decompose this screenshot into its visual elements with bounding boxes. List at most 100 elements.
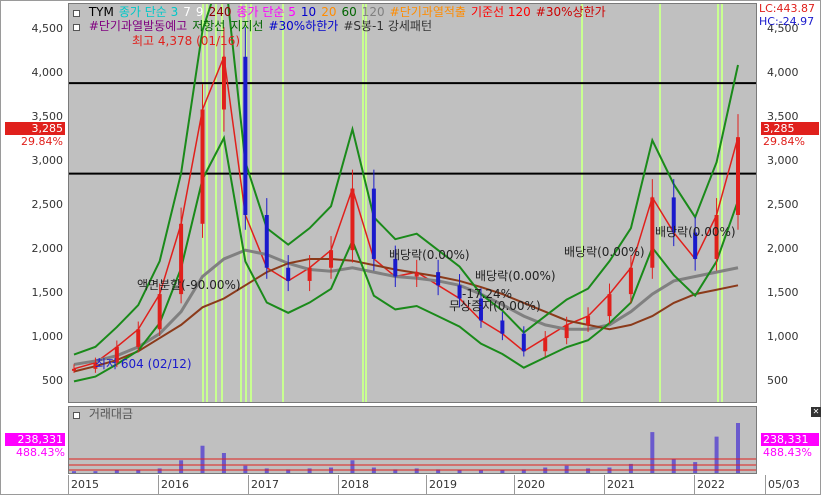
right-axis-tick: 500: [767, 374, 788, 388]
x-axis-tick: 2018: [341, 478, 369, 491]
candle-body: [500, 320, 505, 334]
legend-line-2: #단기과열발동예고 저항선 지지선 #30%하한가 #S봉-1 강세패턴: [73, 19, 442, 34]
right-axis-tick: 1,500: [767, 286, 799, 300]
candle-body: [414, 272, 419, 277]
low-price-annotation: 최저 604 (02/12): [95, 357, 192, 371]
x-axis-tick: 2020: [517, 478, 545, 491]
legend1-item-8: 60: [341, 5, 357, 19]
x-axis-gridline: [338, 475, 339, 495]
left-axis-tick: 2,000: [31, 242, 64, 256]
left-axis-tick: 4,500: [31, 22, 64, 36]
volume-bar: [693, 462, 698, 473]
signal-highlight-bar: [282, 4, 284, 402]
candle-body: [371, 188, 376, 259]
candle-body: [543, 338, 548, 352]
candle-body: [521, 333, 526, 352]
left-axis-tick: 500: [42, 374, 63, 388]
x-axis-tick: 05/03: [768, 478, 800, 491]
volume-bar: [93, 471, 98, 473]
price-chart-area[interactable]: TYM 종가 단순 3 7 9 240 종가 단순 5 10 20 60 120 #단기과열적출 기준…: [68, 3, 757, 403]
candle-body: [136, 329, 141, 347]
signal-highlight-bar: [206, 4, 208, 402]
volume-chart-svg: [69, 423, 756, 473]
volume-badge-left: 238,331: [5, 433, 65, 446]
current-price-badge-left: 3,285: [5, 122, 65, 135]
left-axis-tick: 1,500: [31, 286, 64, 300]
legend-box-icon: [73, 10, 80, 17]
candle-body: [607, 294, 612, 317]
volume-bar: [136, 470, 141, 473]
x-axis-gridline: [426, 475, 427, 495]
right-axis-tick: 1,000: [767, 330, 799, 344]
volume-bar: [500, 470, 505, 473]
volume-bar: [72, 471, 76, 473]
hc-value: HC:-24.97: [759, 15, 815, 28]
candle-body: [221, 56, 226, 110]
legend1-item-0: TYM: [88, 5, 114, 19]
legend1-item-7: 20: [321, 5, 337, 19]
signal-highlight-bar: [659, 4, 661, 402]
candle-body: [157, 294, 162, 330]
dividend-annotation-3: 배당락(0.00%): [564, 245, 645, 259]
volume-change-right: 488.43%: [763, 446, 812, 459]
signal-highlight-bar: [717, 4, 719, 402]
right-axis-tick: 3,000: [767, 154, 799, 168]
legend1-item-3: 9: [195, 5, 204, 19]
price-change-right: 29.84%: [763, 135, 805, 148]
volume-chart-area[interactable]: 거래대금: [68, 406, 757, 474]
price-change-left: 29.84%: [21, 135, 63, 148]
x-axis-gridline: [765, 475, 766, 495]
x-axis-gridline: [694, 475, 695, 495]
legend2-item-1: 저항선: [192, 19, 226, 33]
volume-change-left: 488.43%: [16, 446, 65, 459]
x-axis-gridline: [68, 475, 69, 495]
volume-bar: [414, 468, 419, 473]
legend1-item-5: 종가 단순 5: [236, 5, 296, 19]
volume-bar: [114, 470, 119, 473]
candle-body: [650, 197, 655, 268]
legend2-item-0: #단기과열발동예고: [88, 19, 188, 33]
split-annotation: 액면분할(-90.00%): [137, 278, 241, 292]
volume-bar: [179, 460, 184, 473]
legend-items-2: #단기과열발동예고 저항선 지지선 #30%하한가 #S봉-1 강세패턴: [89, 19, 437, 33]
upper-band-line: [73, 4, 739, 356]
x-axis-tick: 2022: [697, 478, 725, 491]
candle-body: [628, 267, 633, 295]
legend-items-1: TYM 종가 단순 3 7 9 240 종가 단순 5 10 20 60 120 #단기과열적출 기준…: [89, 5, 611, 19]
dividend-annotation-4: 배당락(0.00%): [655, 225, 736, 239]
legend2-item-2: 지지선: [230, 19, 264, 33]
signal-highlight-bar: [362, 4, 364, 402]
legend1-item-4: 240: [208, 5, 232, 19]
signal-highlight-bar: [721, 4, 723, 402]
volume-bar: [650, 432, 655, 473]
lc-value: LC:443.87: [759, 2, 816, 15]
signal-highlight-bar: [250, 4, 252, 402]
x-axis-gridline: [514, 475, 515, 495]
legend1-item-12: #30%상한가: [535, 5, 606, 19]
rights-pct-annotation: -17.24%: [462, 287, 513, 301]
legend1-item-1: 종가 단순 3: [118, 5, 179, 19]
candle-body: [564, 324, 569, 339]
candle-body: [586, 316, 591, 325]
x-axis-tick: 2021: [607, 478, 635, 491]
candle-body: [307, 267, 312, 281]
legend-box-icon: [73, 24, 80, 31]
volume-bar: [307, 468, 312, 473]
legend2-item-4: #S봉-1 강세패턴: [343, 19, 432, 33]
volume-bar: [586, 468, 591, 473]
candle-body: [72, 368, 76, 371]
x-axis-tick: 2019: [429, 478, 457, 491]
volume-bar: [264, 468, 269, 473]
volume-bar: [457, 470, 462, 473]
x-axis-gridline: [604, 475, 605, 495]
candle-body: [736, 137, 740, 215]
x-axis-gridline: [158, 475, 159, 495]
right-axis-tick: 4,000: [767, 66, 799, 80]
volume-bar: [714, 436, 719, 473]
volume-bar: [157, 468, 162, 473]
close-panel-icon[interactable]: ✕: [811, 407, 821, 417]
left-axis-tick: 3,000: [31, 154, 64, 168]
candle-body: [200, 109, 205, 224]
candle-body: [436, 272, 441, 286]
high-price-annotation: 최고 4,378 (01/16): [132, 34, 241, 48]
